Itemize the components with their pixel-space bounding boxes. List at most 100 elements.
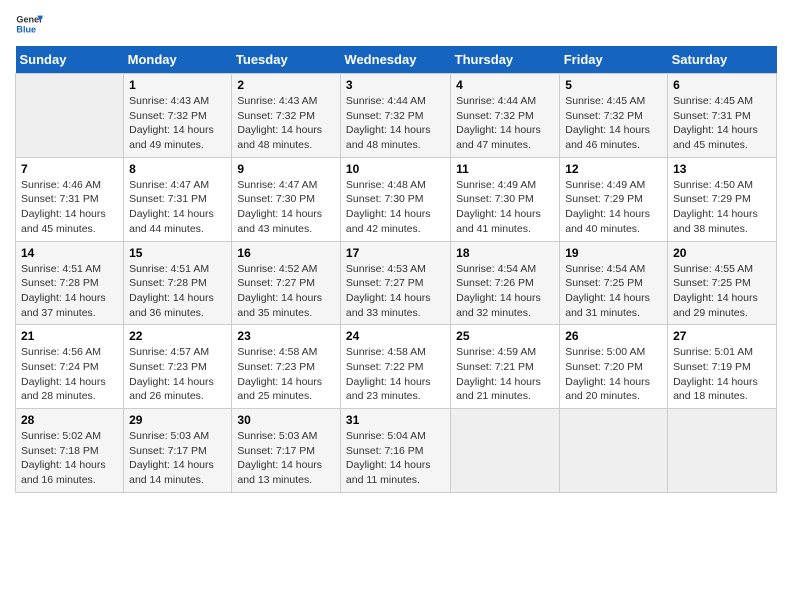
day-info: Sunrise: 5:03 AM Sunset: 7:17 PM Dayligh… [237,429,335,488]
day-info: Sunrise: 4:55 AM Sunset: 7:25 PM Dayligh… [673,262,771,321]
svg-text:Blue: Blue [16,24,36,34]
calendar-cell: 7 Sunrise: 4:46 AM Sunset: 7:31 PM Daylig… [16,157,124,241]
day-number: 29 [129,413,226,427]
calendar-cell: 17 Sunrise: 4:53 AM Sunset: 7:27 PM Dayli… [340,241,450,325]
calendar-cell: 5Sunrise: 4:45 AM Sunset: 7:32 PM Daylig… [560,74,668,158]
day-info: Sunrise: 4:49 AM Sunset: 7:30 PM Dayligh… [456,178,554,237]
week-row-3: 14Sunrise: 4:51 AM Sunset: 7:28 PM Dayli… [16,241,777,325]
calendar-table: SundayMondayTuesdayWednesdayThursdayFrid… [15,46,777,493]
calendar-cell: 24 Sunrise: 4:58 AM Sunset: 7:22 PM Dayli… [340,325,450,409]
day-info: Sunrise: 4:56 AM Sunset: 7:24 PM Dayligh… [21,345,118,404]
calendar-cell: 31Sunrise: 5:04 AM Sunset: 7:16 PM Dayli… [340,409,450,493]
calendar-cell: 3 Sunrise: 4:44 AM Sunset: 7:32 PM Daylig… [340,74,450,158]
day-info: Sunrise: 4:54 AM Sunset: 7:25 PM Dayligh… [565,262,662,321]
day-number: 27 [673,329,771,343]
day-info: Sunrise: 4:45 AM Sunset: 7:31 PM Dayligh… [673,94,771,153]
day-info: Sunrise: 4:50 AM Sunset: 7:29 PM Dayligh… [673,178,771,237]
day-info: Sunrise: 4:44 AM Sunset: 7:32 PM Dayligh… [456,94,554,153]
day-info: Sunrise: 4:45 AM Sunset: 7:32 PM Dayligh… [565,94,662,153]
weekday-header-sunday: Sunday [16,46,124,74]
day-number: 18 [456,246,554,260]
day-info: Sunrise: 4:58 AM Sunset: 7:22 PM Dayligh… [346,345,445,404]
day-info: Sunrise: 4:57 AM Sunset: 7:23 PM Dayligh… [129,345,226,404]
weekday-header-row: SundayMondayTuesdayWednesdayThursdayFrid… [16,46,777,74]
day-number: 12 [565,162,662,176]
calendar-cell: 11 Sunrise: 4:49 AM Sunset: 7:30 PM Dayli… [451,157,560,241]
calendar-cell: 29 Sunrise: 5:03 AM Sunset: 7:17 PM Dayli… [124,409,232,493]
calendar-cell: 15 Sunrise: 4:51 AM Sunset: 7:28 PM Dayli… [124,241,232,325]
calendar-cell: 30 Sunrise: 5:03 AM Sunset: 7:17 PM Dayli… [232,409,341,493]
calendar-cell: 10Sunrise: 4:48 AM Sunset: 7:30 PM Dayli… [340,157,450,241]
weekday-header-tuesday: Tuesday [232,46,341,74]
weekday-header-wednesday: Wednesday [340,46,450,74]
calendar-cell: 20 Sunrise: 4:55 AM Sunset: 7:25 PM Dayli… [668,241,777,325]
week-row-2: 7 Sunrise: 4:46 AM Sunset: 7:31 PM Daylig… [16,157,777,241]
day-info: Sunrise: 5:01 AM Sunset: 7:19 PM Dayligh… [673,345,771,404]
day-info: Sunrise: 4:48 AM Sunset: 7:30 PM Dayligh… [346,178,445,237]
day-number: 3 [346,78,445,92]
calendar-cell: 2 Sunrise: 4:43 AM Sunset: 7:32 PM Daylig… [232,74,341,158]
calendar-cell: 26 Sunrise: 5:00 AM Sunset: 7:20 PM Dayli… [560,325,668,409]
day-info: Sunrise: 4:58 AM Sunset: 7:23 PM Dayligh… [237,345,335,404]
calendar-cell: 21 Sunrise: 4:56 AM Sunset: 7:24 PM Dayli… [16,325,124,409]
day-info: Sunrise: 5:02 AM Sunset: 7:18 PM Dayligh… [21,429,118,488]
day-number: 13 [673,162,771,176]
day-number: 17 [346,246,445,260]
day-number: 23 [237,329,335,343]
day-number: 6 [673,78,771,92]
day-info: Sunrise: 5:03 AM Sunset: 7:17 PM Dayligh… [129,429,226,488]
calendar-cell: 18 Sunrise: 4:54 AM Sunset: 7:26 PM Dayli… [451,241,560,325]
weekday-header-thursday: Thursday [451,46,560,74]
day-info: Sunrise: 4:47 AM Sunset: 7:30 PM Dayligh… [237,178,335,237]
calendar-cell: 19 Sunrise: 4:54 AM Sunset: 7:25 PM Dayli… [560,241,668,325]
logo: General Blue [15,10,43,38]
weekday-header-monday: Monday [124,46,232,74]
day-number: 28 [21,413,118,427]
day-info: Sunrise: 4:59 AM Sunset: 7:21 PM Dayligh… [456,345,554,404]
day-info: Sunrise: 4:44 AM Sunset: 7:32 PM Dayligh… [346,94,445,153]
day-info: Sunrise: 4:54 AM Sunset: 7:26 PM Dayligh… [456,262,554,321]
calendar-cell: 16Sunrise: 4:52 AM Sunset: 7:27 PM Dayli… [232,241,341,325]
calendar-cell [16,74,124,158]
calendar-cell: 25Sunrise: 4:59 AM Sunset: 7:21 PM Dayli… [451,325,560,409]
day-number: 15 [129,246,226,260]
day-info: Sunrise: 4:43 AM Sunset: 7:32 PM Dayligh… [129,94,226,153]
calendar-cell: 9Sunrise: 4:47 AM Sunset: 7:30 PM Daylig… [232,157,341,241]
day-info: Sunrise: 4:53 AM Sunset: 7:27 PM Dayligh… [346,262,445,321]
calendar-cell [560,409,668,493]
day-info: Sunrise: 5:04 AM Sunset: 7:16 PM Dayligh… [346,429,445,488]
calendar-cell: 1 Sunrise: 4:43 AM Sunset: 7:32 PM Daylig… [124,74,232,158]
calendar-cell: 6 Sunrise: 4:45 AM Sunset: 7:31 PM Daylig… [668,74,777,158]
calendar-cell: 14Sunrise: 4:51 AM Sunset: 7:28 PM Dayli… [16,241,124,325]
day-number: 26 [565,329,662,343]
day-number: 30 [237,413,335,427]
day-number: 7 [21,162,118,176]
weekday-header-saturday: Saturday [668,46,777,74]
day-number: 19 [565,246,662,260]
day-info: Sunrise: 4:49 AM Sunset: 7:29 PM Dayligh… [565,178,662,237]
day-info: Sunrise: 5:00 AM Sunset: 7:20 PM Dayligh… [565,345,662,404]
day-number: 20 [673,246,771,260]
day-info: Sunrise: 4:51 AM Sunset: 7:28 PM Dayligh… [21,262,118,321]
calendar-cell: 4Sunrise: 4:44 AM Sunset: 7:32 PM Daylig… [451,74,560,158]
logo-icon: General Blue [15,10,43,38]
day-number: 1 [129,78,226,92]
day-number: 22 [129,329,226,343]
day-number: 21 [21,329,118,343]
header: General Blue [15,10,777,38]
day-number: 2 [237,78,335,92]
calendar-cell: 12 Sunrise: 4:49 AM Sunset: 7:29 PM Dayli… [560,157,668,241]
calendar-cell [451,409,560,493]
calendar-cell: 8Sunrise: 4:47 AM Sunset: 7:31 PM Daylig… [124,157,232,241]
day-number: 8 [129,162,226,176]
calendar-cell: 23 Sunrise: 4:58 AM Sunset: 7:23 PM Dayli… [232,325,341,409]
day-number: 11 [456,162,554,176]
calendar-cell: 13 Sunrise: 4:50 AM Sunset: 7:29 PM Dayli… [668,157,777,241]
calendar-cell: 28 Sunrise: 5:02 AM Sunset: 7:18 PM Dayli… [16,409,124,493]
day-info: Sunrise: 4:43 AM Sunset: 7:32 PM Dayligh… [237,94,335,153]
day-number: 24 [346,329,445,343]
day-info: Sunrise: 4:46 AM Sunset: 7:31 PM Dayligh… [21,178,118,237]
day-info: Sunrise: 4:51 AM Sunset: 7:28 PM Dayligh… [129,262,226,321]
week-row-5: 28 Sunrise: 5:02 AM Sunset: 7:18 PM Dayli… [16,409,777,493]
week-row-4: 21 Sunrise: 4:56 AM Sunset: 7:24 PM Dayli… [16,325,777,409]
